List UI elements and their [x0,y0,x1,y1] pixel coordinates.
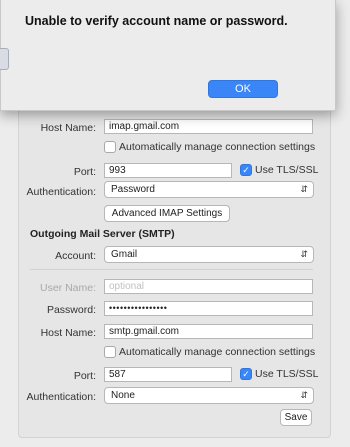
outgoing-password-field[interactable]: •••••••••••••••• [104,301,313,316]
incoming-port-field[interactable]: 993 [104,163,232,178]
incoming-auto-manage-checkbox[interactable] [104,141,116,153]
chevron-updown-icon: ⇵ [300,390,308,400]
app-icon [0,48,9,70]
incoming-auth-label: Authentication: [26,186,96,198]
outgoing-account-value: Gmail [111,249,138,260]
outgoing-host-field[interactable]: smtp.gmail.com [104,324,313,339]
incoming-tls-label: Use TLS/SSL [255,164,319,176]
account-settings-window: ngs Host Name: imap.gmail.com Automatica… [0,0,350,447]
incoming-port-label: Port: [73,166,96,178]
outgoing-port-field[interactable]: 587 [104,367,232,382]
outgoing-account-popup[interactable]: Gmail ⇵ [104,246,314,263]
outgoing-username-label: User Name: [39,282,96,294]
section-divider [30,269,313,270]
outgoing-auth-label: Authentication: [26,391,96,403]
check-icon: ✓ [242,165,250,175]
outgoing-auth-popup[interactable]: None ⇵ [104,387,314,404]
alert-title: Unable to verify account name or passwor… [25,14,288,28]
check-icon: ✓ [242,369,250,379]
incoming-tls-checkbox[interactable]: ✓ [240,164,252,176]
incoming-host-field[interactable]: imap.gmail.com [104,119,313,134]
incoming-auth-value: Password [111,184,155,195]
advanced-imap-settings-button[interactable]: Advanced IMAP Settings [104,205,230,222]
outgoing-section-title: Outgoing Mail Server (SMTP) [30,228,175,240]
incoming-auth-popup[interactable]: Password ⇵ [104,181,314,198]
ok-button[interactable]: OK [208,80,278,98]
outgoing-password-label: Password: [46,304,96,316]
outgoing-tls-checkbox[interactable]: ✓ [240,368,252,380]
incoming-auto-manage-label: Automatically manage connection settings [119,141,316,153]
save-button[interactable]: Save [280,409,312,426]
incoming-host-label: Host Name: [40,122,96,134]
outgoing-tls-label: Use TLS/SSL [255,368,319,380]
outgoing-username-field[interactable]: optional [104,279,313,294]
outgoing-host-label: Host Name: [40,327,96,339]
outgoing-auth-value: None [111,390,135,401]
outgoing-account-label: Account: [55,250,96,262]
chevron-updown-icon: ⇵ [300,184,308,194]
outgoing-auto-manage-checkbox[interactable] [104,346,116,358]
chevron-updown-icon: ⇵ [300,249,308,259]
outgoing-port-label: Port: [73,370,96,382]
outgoing-auto-manage-label: Automatically manage connection settings [119,346,316,358]
error-alert-sheet: Unable to verify account name or passwor… [0,0,336,111]
